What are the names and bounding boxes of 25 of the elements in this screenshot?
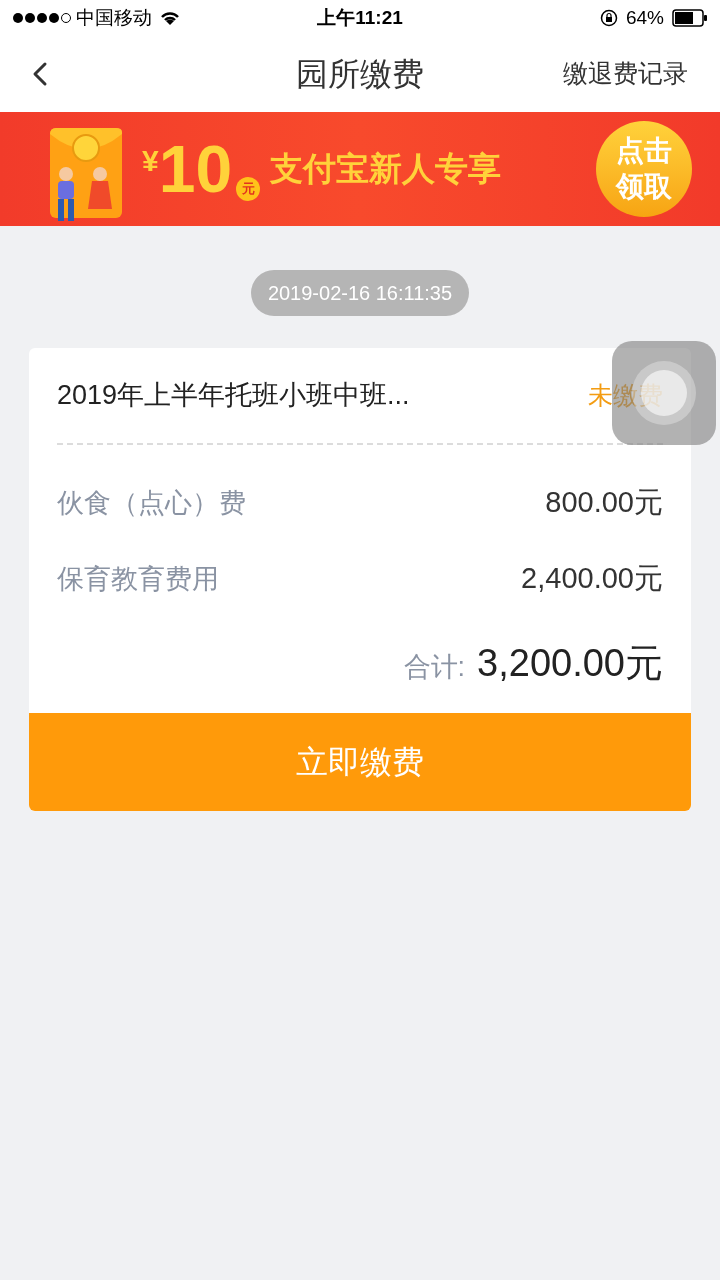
- total-amount: 3,200.00元: [477, 641, 663, 686]
- clock: 上午11:21: [317, 5, 403, 30]
- battery-percent: 64%: [625, 5, 664, 30]
- battery-icon: [672, 9, 708, 27]
- records-link[interactable]: 缴退费记录: [563, 55, 688, 93]
- bill-title: 2019年上半年托班小班中班...: [57, 379, 410, 413]
- promo-slogan: 支付宝新人专享: [270, 149, 502, 190]
- promo-banner[interactable]: ¥10 元 支付宝新人专享 点击领取: [0, 112, 720, 226]
- fee-amount: 2,400.00元: [521, 561, 663, 597]
- carrier: 中国移动: [76, 5, 152, 30]
- fee-label: 保育教育费用: [57, 562, 219, 596]
- pay-now-button[interactable]: 立即缴费: [29, 713, 691, 811]
- currency-symbol: ¥: [142, 143, 159, 177]
- page-title: 园所缴费: [296, 55, 424, 94]
- wifi-icon: [160, 10, 180, 26]
- unit-badge: 元: [236, 177, 261, 201]
- rotation-lock-icon: [599, 9, 618, 27]
- payment-status: 未缴费: [588, 379, 663, 411]
- claim-button[interactable]: 点击领取: [596, 121, 692, 217]
- timestamp-pill: 2019-02-16 16:11:35: [250, 270, 470, 316]
- fee-label: 伙食（点心）费: [57, 486, 246, 520]
- fee-amount: 800.00元: [545, 485, 663, 521]
- bonus-amount: 10: [158, 136, 233, 202]
- total-label: 合计:: [403, 651, 466, 684]
- signal-icon: [12, 12, 72, 24]
